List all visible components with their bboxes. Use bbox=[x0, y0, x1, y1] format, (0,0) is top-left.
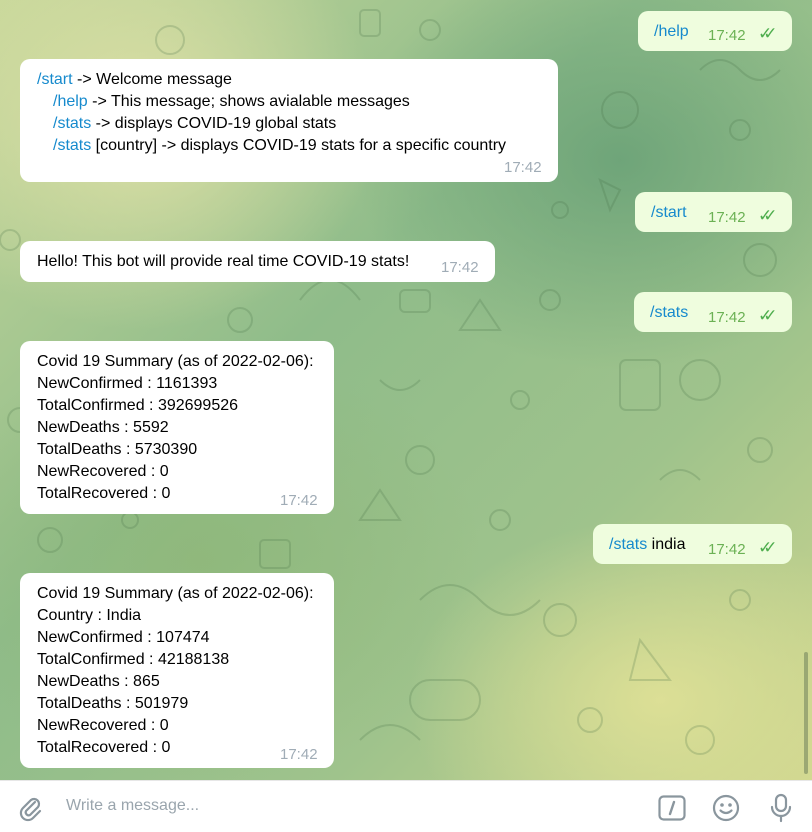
read-ticks-icon: ✓✓ bbox=[758, 206, 777, 225]
message-text: Hello! This bot will provide real time C… bbox=[37, 253, 410, 270]
stats-line: TotalRecovered : 0 bbox=[37, 739, 171, 756]
command-argument: india bbox=[647, 536, 686, 553]
read-ticks-icon: ✓✓ bbox=[758, 24, 777, 43]
stats-line: NewRecovered : 0 bbox=[37, 717, 169, 734]
message-composer: Write a message... bbox=[0, 780, 812, 832]
command-link-stats[interactable]: /stats bbox=[53, 137, 91, 154]
read-ticks-icon: ✓✓ bbox=[758, 538, 777, 557]
chat-area[interactable]: /help 17:42 ✓✓ /start -> Welcome message… bbox=[0, 0, 812, 780]
command-link-help[interactable]: /help bbox=[654, 23, 689, 40]
stats-line: NewRecovered : 0 bbox=[37, 463, 169, 480]
stats-line: TotalConfirmed : 392699526 bbox=[37, 397, 239, 414]
command-link-stats[interactable]: /stats bbox=[609, 536, 647, 553]
command-link-start[interactable]: /start bbox=[37, 71, 73, 88]
outgoing-message-help[interactable]: /help 17:42 ✓✓ bbox=[638, 11, 792, 51]
help-line-stats: /stats -> displays COVID-19 global stats bbox=[53, 115, 337, 132]
stats-line: TotalConfirmed : 42188138 bbox=[37, 651, 230, 668]
command-link-stats[interactable]: /stats bbox=[53, 115, 91, 132]
help-line-stats-country: /stats [country] -> displays COVID-19 st… bbox=[53, 137, 507, 154]
stats-line: NewConfirmed : 107474 bbox=[37, 629, 210, 646]
incoming-message-start-reply[interactable]: Hello! This bot will provide real time C… bbox=[20, 241, 495, 282]
stats-line: NewConfirmed : 1161393 bbox=[37, 375, 218, 392]
stats-line: Covid 19 Summary (as of 2022-02-06): bbox=[37, 585, 314, 602]
incoming-message-stats-india-reply[interactable]: Covid 19 Summary (as of 2022-02-06): Cou… bbox=[20, 573, 334, 768]
message-time: 17:42 bbox=[504, 159, 542, 176]
read-ticks-icon: ✓✓ bbox=[758, 306, 777, 325]
message-input[interactable]: Write a message... bbox=[66, 797, 199, 815]
outgoing-message-stats-india[interactable]: /stats india 17:42 ✓✓ bbox=[593, 524, 792, 564]
chat-scrollbar[interactable] bbox=[804, 652, 808, 774]
incoming-message-stats-reply[interactable]: Covid 19 Summary (as of 2022-02-06): New… bbox=[20, 341, 334, 514]
bot-commands-icon[interactable] bbox=[658, 795, 686, 826]
command-link-start[interactable]: /start bbox=[651, 204, 687, 221]
microphone-icon[interactable] bbox=[768, 793, 794, 828]
stats-line: TotalDeaths : 501979 bbox=[37, 695, 189, 712]
message-time: 17:42 bbox=[708, 541, 746, 558]
paperclip-icon[interactable] bbox=[16, 794, 44, 827]
command-link-stats[interactable]: /stats bbox=[650, 304, 688, 321]
stats-line: TotalDeaths : 5730390 bbox=[37, 441, 198, 458]
stats-line: NewDeaths : 865 bbox=[37, 673, 160, 690]
stats-line: Covid 19 Summary (as of 2022-02-06): bbox=[37, 353, 314, 370]
help-line-start: /start -> Welcome message bbox=[37, 71, 232, 88]
message-time: 17:42 bbox=[280, 492, 318, 509]
incoming-message-help-reply[interactable]: /start -> Welcome message /help -> This … bbox=[20, 59, 558, 182]
outgoing-message-stats[interactable]: /stats 17:42 ✓✓ bbox=[634, 292, 792, 332]
stats-line: Country : India bbox=[37, 607, 142, 624]
help-line-help: /help -> This message; shows avialable m… bbox=[53, 93, 410, 110]
stats-line: NewDeaths : 5592 bbox=[37, 419, 169, 436]
message-time: 17:42 bbox=[280, 746, 318, 763]
message-time: 17:42 bbox=[441, 259, 479, 276]
emoji-icon[interactable] bbox=[712, 794, 740, 827]
command-link-help[interactable]: /help bbox=[53, 93, 88, 110]
message-time: 17:42 bbox=[708, 309, 746, 326]
message-time: 17:42 bbox=[708, 209, 746, 226]
message-time: 17:42 bbox=[708, 27, 746, 44]
stats-line: TotalRecovered : 0 bbox=[37, 485, 171, 502]
outgoing-message-start[interactable]: /start 17:42 ✓✓ bbox=[635, 192, 792, 232]
